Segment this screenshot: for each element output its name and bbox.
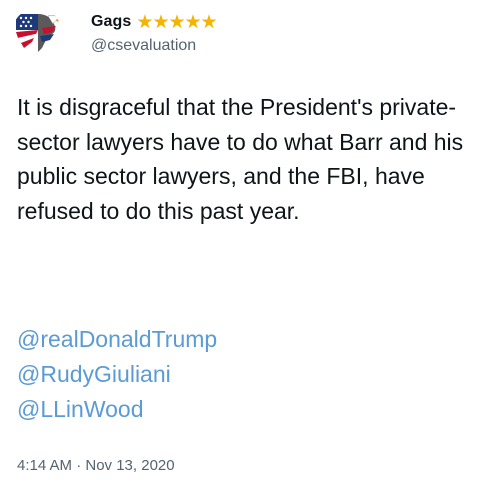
mention-link[interactable]: @realDonaldTrump bbox=[17, 322, 217, 357]
tweet-timestamp[interactable]: 4:14 AM · Nov 13, 2020 bbox=[17, 457, 175, 474]
author-name-row[interactable]: Gags ★★★★★ bbox=[91, 11, 218, 33]
tweet-card: Gags ★★★★★ @csevaluation It is disgracef… bbox=[0, 0, 500, 489]
tweet-text: It is disgraceful that the President's p… bbox=[17, 94, 470, 224]
mention-link[interactable]: @RudyGiuliani bbox=[17, 357, 217, 392]
mention-link[interactable]: @LLinWood bbox=[17, 392, 217, 427]
star-rating-badge: ★★★★★ bbox=[136, 11, 217, 33]
american-flag-eagle-icon bbox=[16, 14, 60, 52]
mention-list: @realDonaldTrump @RudyGiuliani @LLinWood bbox=[17, 322, 217, 427]
author-handle[interactable]: @csevaluation bbox=[91, 37, 196, 55]
display-name[interactable]: Gags bbox=[91, 13, 131, 31]
avatar[interactable] bbox=[12, 8, 62, 58]
